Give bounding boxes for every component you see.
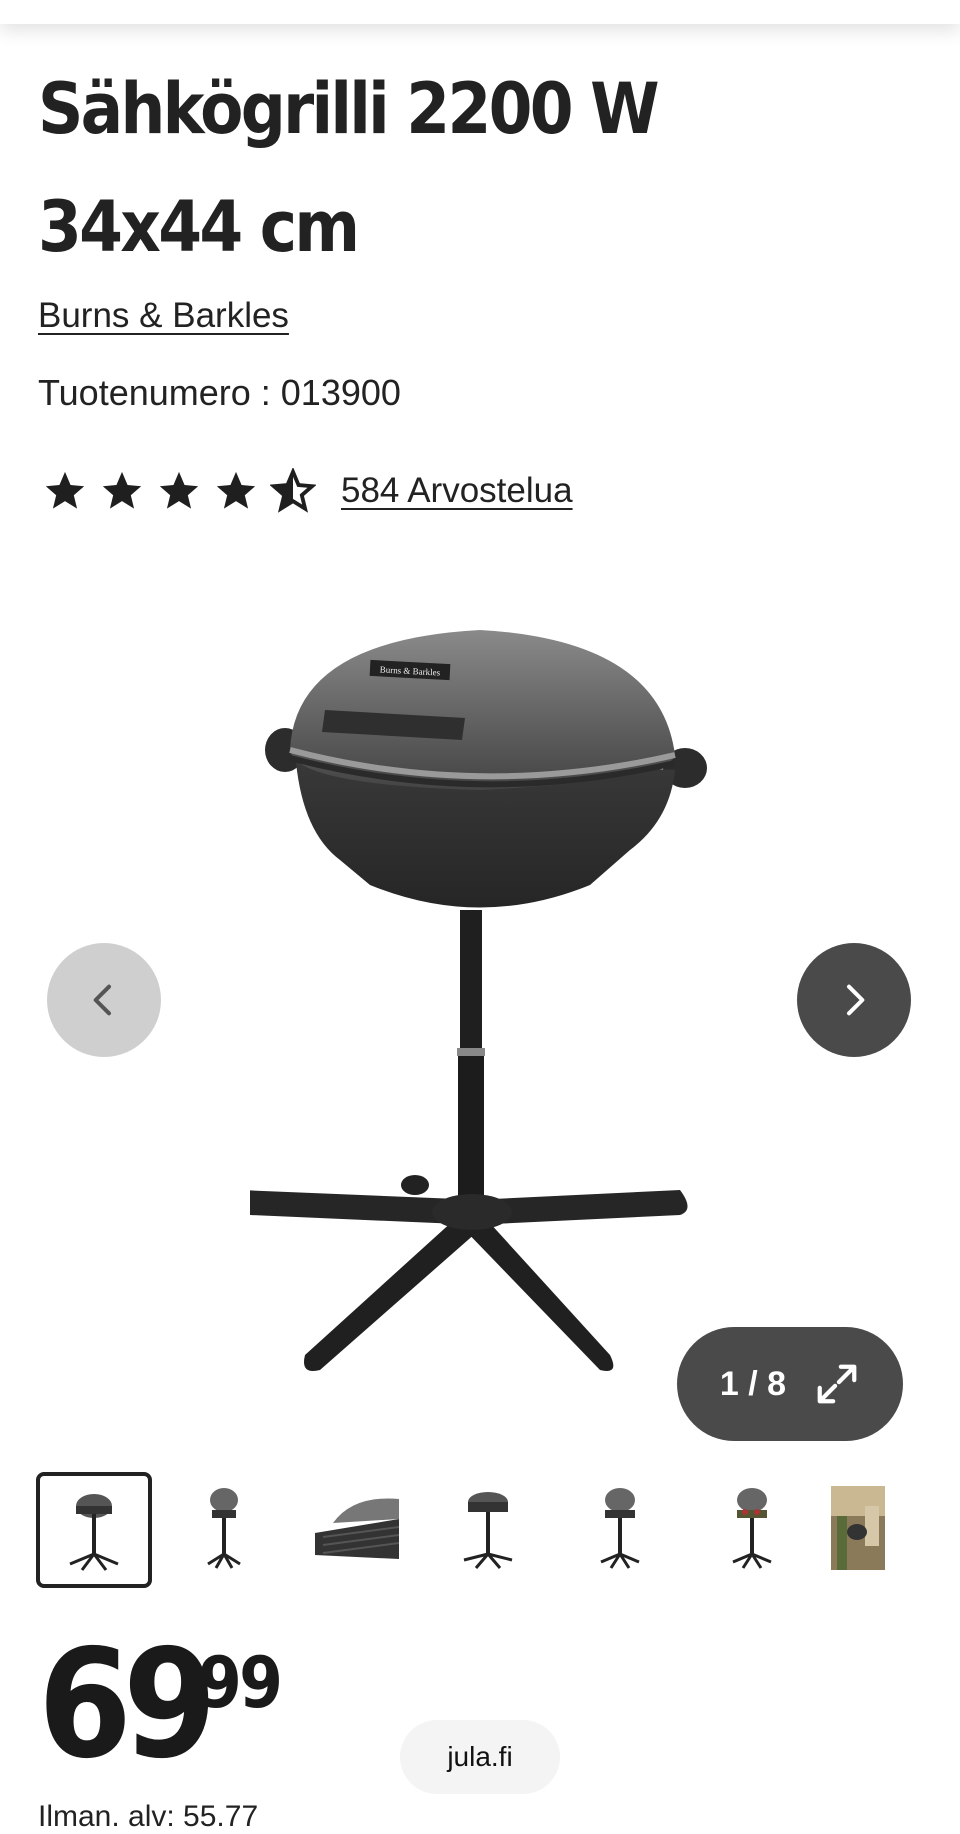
reviews-link[interactable]: 584 Arvostelua [341,471,573,511]
product-title-line1: Sähkögrilli 2200 W [38,68,660,150]
browser-domain-pill[interactable]: jula.fi [400,1720,560,1794]
gallery-prev-button[interactable] [47,943,161,1057]
price-cents: 99 [198,1642,283,1724]
gallery-next-button[interactable] [797,943,911,1057]
thumbnail-4[interactable] [432,1472,544,1584]
thumbnail-strip [36,1472,960,1590]
product-title-line2: 34x44 cm [38,186,360,268]
thumbnail-image [315,1498,399,1559]
rating-block[interactable]: 584 Arvostelua [42,466,573,516]
star-icon [216,471,256,509]
rating-stars [42,468,327,514]
thumbnail-5[interactable] [564,1472,676,1584]
thumbnail-image [831,1486,885,1570]
thumbnail-image [69,1494,119,1571]
thumbnail-image [732,1488,772,1569]
price: 69 99 [38,1618,283,1792]
product-gallery: Burns & Barkles 1 / 8 [0,560,960,1441]
brand-link[interactable]: Burns & Barkles [38,296,289,336]
star-icon [159,471,199,509]
star-icon [102,471,142,509]
gallery-counter: 1 / 8 [719,1364,787,1403]
chevron-right-icon [847,984,865,1016]
thumbnail-7[interactable] [828,1472,888,1584]
price-main: 69 [38,1618,217,1792]
product-image[interactable]: Burns & Barkles [250,600,710,1400]
expand-icon [817,1364,857,1404]
header-shadow [0,0,960,24]
star-half-icon [270,468,316,513]
thumbnail-2[interactable] [168,1472,280,1584]
thumbnail-image [207,1488,241,1569]
product-title: Sähkögrilli 2200 W 34x44 cm [38,50,830,286]
product-number: Tuotenumero : 013900 [38,372,401,413]
thumbnail-image [600,1488,640,1569]
thumbnail-3[interactable] [300,1472,412,1584]
gallery-fullscreen-button[interactable]: 1 / 8 [677,1327,903,1441]
thumbnail-image [463,1492,513,1569]
chevron-left-icon [93,984,111,1016]
thumbnail-1[interactable] [36,1472,152,1588]
star-icon [45,471,85,509]
thumbnail-6[interactable] [696,1472,808,1584]
